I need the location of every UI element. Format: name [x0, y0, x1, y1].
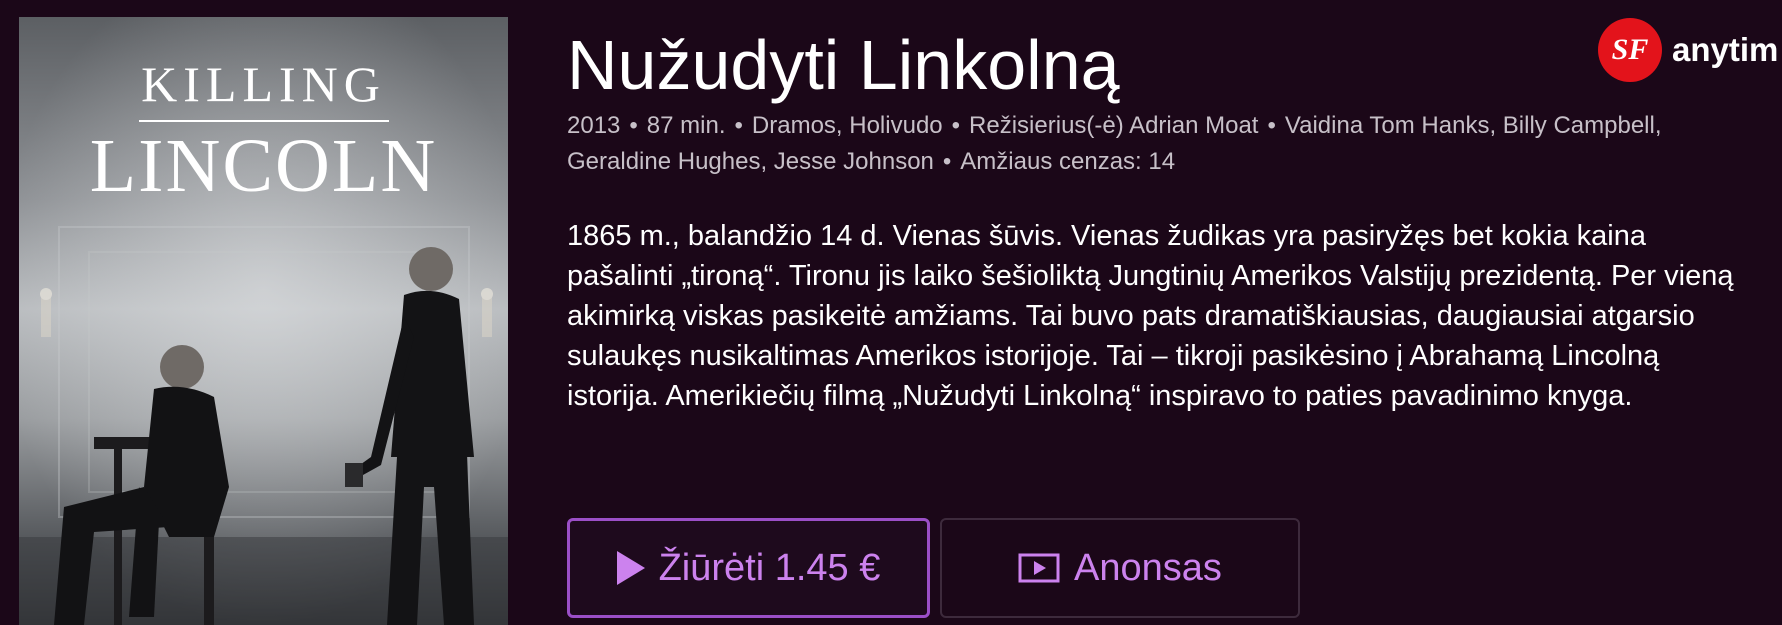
poster-title-divider [139, 120, 389, 122]
play-icon [616, 551, 645, 585]
bullet-separator: • [734, 112, 743, 139]
wall-sconce-left [40, 288, 52, 337]
movie-poster: KILLING LINCOLN [19, 17, 508, 625]
trailer-icon [1018, 553, 1060, 583]
sf-logo-icon: SF [1598, 18, 1662, 82]
movie-title: Nužudyti Linkolną [567, 26, 1120, 104]
brand-logo[interactable]: SF anytim [1598, 16, 1778, 84]
wall-sconce-right [481, 288, 493, 337]
poster-title-line1: KILLING [141, 56, 386, 112]
bullet-separator: • [629, 112, 638, 139]
bullet-separator: • [942, 148, 952, 175]
trailer-button-label: Anonsas [1074, 546, 1222, 589]
movie-meta: 2013 • 87 min. • Dramos, Holivudo • Režisieriu… [567, 108, 1737, 180]
poster-title-line2: LINCOLN [89, 124, 438, 208]
trailer-button[interactable]: Anonsas [940, 518, 1300, 618]
bullet-separator: • [951, 112, 961, 139]
age-rating: Amžiaus cenzas: 14 [960, 148, 1176, 175]
bullet-separator: • [1267, 112, 1276, 139]
watch-button[interactable]: Žiūrėti 1.45 € [567, 518, 930, 618]
watch-button-label: Žiūrėti 1.45 € [658, 546, 881, 589]
duration: 87 min. [646, 112, 726, 139]
genres: Dramos, Holivudo [751, 112, 943, 139]
brand-name: anytim [1672, 31, 1779, 68]
director: Režisierius(-ė) Adrian Moat [969, 112, 1259, 139]
movie-description: 1865 m., balandžio 14 d. Vienas šūvis. V… [567, 220, 1734, 412]
release-year: 2013 [567, 112, 621, 139]
